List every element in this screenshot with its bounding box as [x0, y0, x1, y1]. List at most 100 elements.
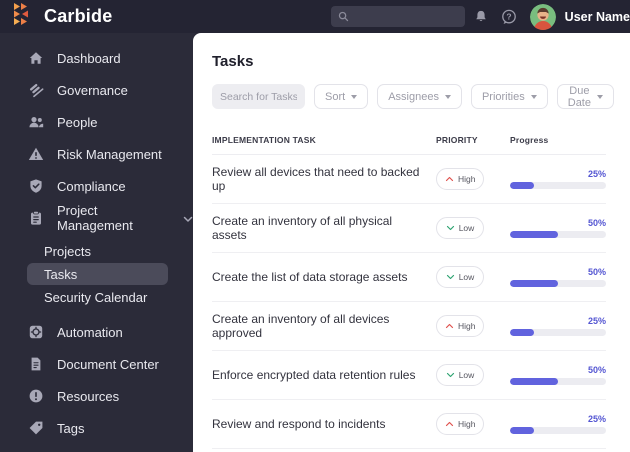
column-header-task: IMPLEMENTATION TASK: [212, 135, 316, 145]
sidebar-item-label: Automation: [57, 324, 123, 340]
sidebar-item-compliance[interactable]: Compliance: [0, 170, 193, 202]
task-name: Enforce encrypted data retention rules: [212, 368, 416, 382]
sidebar-item-label: Risk Management: [57, 146, 162, 162]
priority-label: High: [458, 174, 476, 184]
progress-percent-label: 25%: [587, 414, 606, 424]
table-row[interactable]: Create the list of data storage assets L…: [212, 253, 606, 302]
caret-down-icon: [596, 94, 603, 99]
sidebar-subitem-tasks[interactable]: Tasks: [27, 263, 168, 285]
due-date-dropdown-label: Due Date: [567, 84, 591, 109]
task-name: Create an inventory of all devices appro…: [212, 312, 390, 340]
task-search-input[interactable]: [212, 84, 305, 109]
progress-bar-fill: [510, 182, 534, 189]
progress-bar: [510, 378, 606, 385]
progress-indicator: 25%: [510, 414, 606, 434]
topbar: Carbide ? User Name: [0, 0, 630, 33]
document-icon: [28, 356, 44, 372]
tag-icon: [28, 420, 44, 436]
priority-pill[interactable]: Low: [436, 364, 484, 386]
people-icon: [28, 114, 44, 130]
task-name: Review and respond to incidents: [212, 417, 386, 431]
sidebar-subitem-projects[interactable]: Projects: [27, 240, 168, 262]
search-icon: [338, 11, 349, 22]
sidebar-item-dashboard[interactable]: Dashboard: [0, 42, 193, 74]
progress-indicator: 25%: [510, 316, 606, 336]
sidebar-item-risk-management[interactable]: Risk Management: [0, 138, 193, 170]
progress-bar: [510, 329, 606, 336]
progress-percent-label: 25%: [587, 316, 606, 326]
table-row[interactable]: Create an inventory of all devices appro…: [212, 302, 606, 351]
global-search-input[interactable]: [354, 10, 458, 23]
task-name: Review all devices that need to backed u…: [212, 165, 420, 193]
sidebar-item-tags[interactable]: Tags: [0, 412, 193, 444]
progress-indicator: 50%: [510, 365, 606, 385]
sidebar-item-project-management[interactable]: Project Management: [0, 202, 193, 234]
table-row[interactable]: Review all devices that need to backed u…: [212, 155, 606, 204]
priorities-dropdown[interactable]: Priorities: [470, 84, 548, 109]
priorities-dropdown-label: Priorities: [481, 90, 525, 103]
sidebar-item-people[interactable]: People: [0, 106, 193, 138]
table-row[interactable]: Create an inventory of all physical asse…: [212, 204, 606, 253]
priority-chevron-icon: [446, 225, 454, 231]
table-row[interactable]: Review and respond to incidents High 25%: [212, 400, 606, 449]
priority-chevron-icon: [445, 176, 454, 182]
gavel-icon: [28, 82, 44, 98]
priority-label: Low: [458, 223, 475, 233]
brand-name: Carbide: [44, 6, 113, 26]
progress-bar: [510, 231, 606, 238]
sidebar-item-label: Resources: [57, 388, 120, 404]
priority-pill[interactable]: High: [436, 168, 485, 190]
chevron-down-icon: [183, 211, 193, 226]
app-window: Carbide ? User Name Dashboard Governance…: [0, 0, 630, 452]
priority-label: High: [458, 321, 476, 331]
sidebar-subitem-label: Projects: [44, 243, 91, 259]
sidebar-item-label: Dashboard: [57, 50, 121, 66]
sidebar-item-resources[interactable]: Resources: [0, 380, 193, 412]
priority-pill[interactable]: High: [436, 413, 485, 435]
progress-bar-fill: [510, 231, 558, 238]
tasks-table: IMPLEMENTATION TASK PRIORITY Progress Re…: [212, 121, 606, 449]
progress-bar-fill: [510, 329, 534, 336]
task-name: Create the list of data storage assets: [212, 270, 408, 284]
assignees-dropdown[interactable]: Assignees: [377, 84, 462, 109]
column-header-priority: PRIORITY: [436, 135, 478, 145]
global-search[interactable]: [331, 6, 465, 27]
progress-bar: [510, 280, 606, 287]
progress-indicator: 50%: [510, 267, 606, 287]
priority-label: Low: [458, 370, 475, 380]
svg-text:?: ?: [506, 11, 511, 21]
user-avatar[interactable]: [529, 3, 556, 30]
bell-icon[interactable]: [474, 9, 488, 24]
progress-bar: [510, 427, 606, 434]
user-name[interactable]: User Name: [565, 10, 630, 24]
sidebar-subitem-security-calendar[interactable]: Security Calendar: [27, 286, 168, 308]
caret-down-icon: [351, 94, 358, 99]
priority-pill[interactable]: Low: [436, 217, 484, 239]
home-icon: [28, 50, 44, 66]
due-date-dropdown[interactable]: Due Date: [556, 84, 614, 109]
progress-indicator: 25%: [510, 169, 606, 189]
priority-pill[interactable]: High: [436, 315, 485, 337]
progress-bar-fill: [510, 378, 558, 385]
sidebar-item-label: Document Center: [57, 356, 159, 372]
brand-logo[interactable]: Carbide: [0, 3, 184, 30]
sort-dropdown[interactable]: Sort: [314, 84, 369, 109]
page-title: Tasks: [212, 53, 254, 70]
priority-chevron-icon: [446, 372, 454, 378]
sidebar-item-automation[interactable]: Automation: [0, 316, 193, 348]
caret-down-icon: [444, 94, 451, 99]
sidebar-item-document-center[interactable]: Document Center: [0, 348, 193, 380]
progress-percent-label: 50%: [587, 365, 606, 375]
sidebar-subitem-label: Tasks: [44, 266, 78, 282]
progress-indicator: 50%: [510, 218, 606, 238]
help-icon[interactable]: ?: [500, 8, 518, 26]
sidebar-item-label: People: [57, 114, 98, 130]
task-name: Create an inventory of all physical asse…: [212, 214, 393, 242]
table-row[interactable]: Enforce encrypted data retention rules L…: [212, 351, 606, 400]
sidebar-item-governance[interactable]: Governance: [0, 74, 193, 106]
automation-gear-icon: [28, 324, 44, 340]
priority-pill[interactable]: Low: [436, 266, 484, 288]
sidebar-item-label: Tags: [57, 420, 85, 436]
progress-bar-fill: [510, 427, 534, 434]
priority-chevron-icon: [445, 323, 454, 329]
